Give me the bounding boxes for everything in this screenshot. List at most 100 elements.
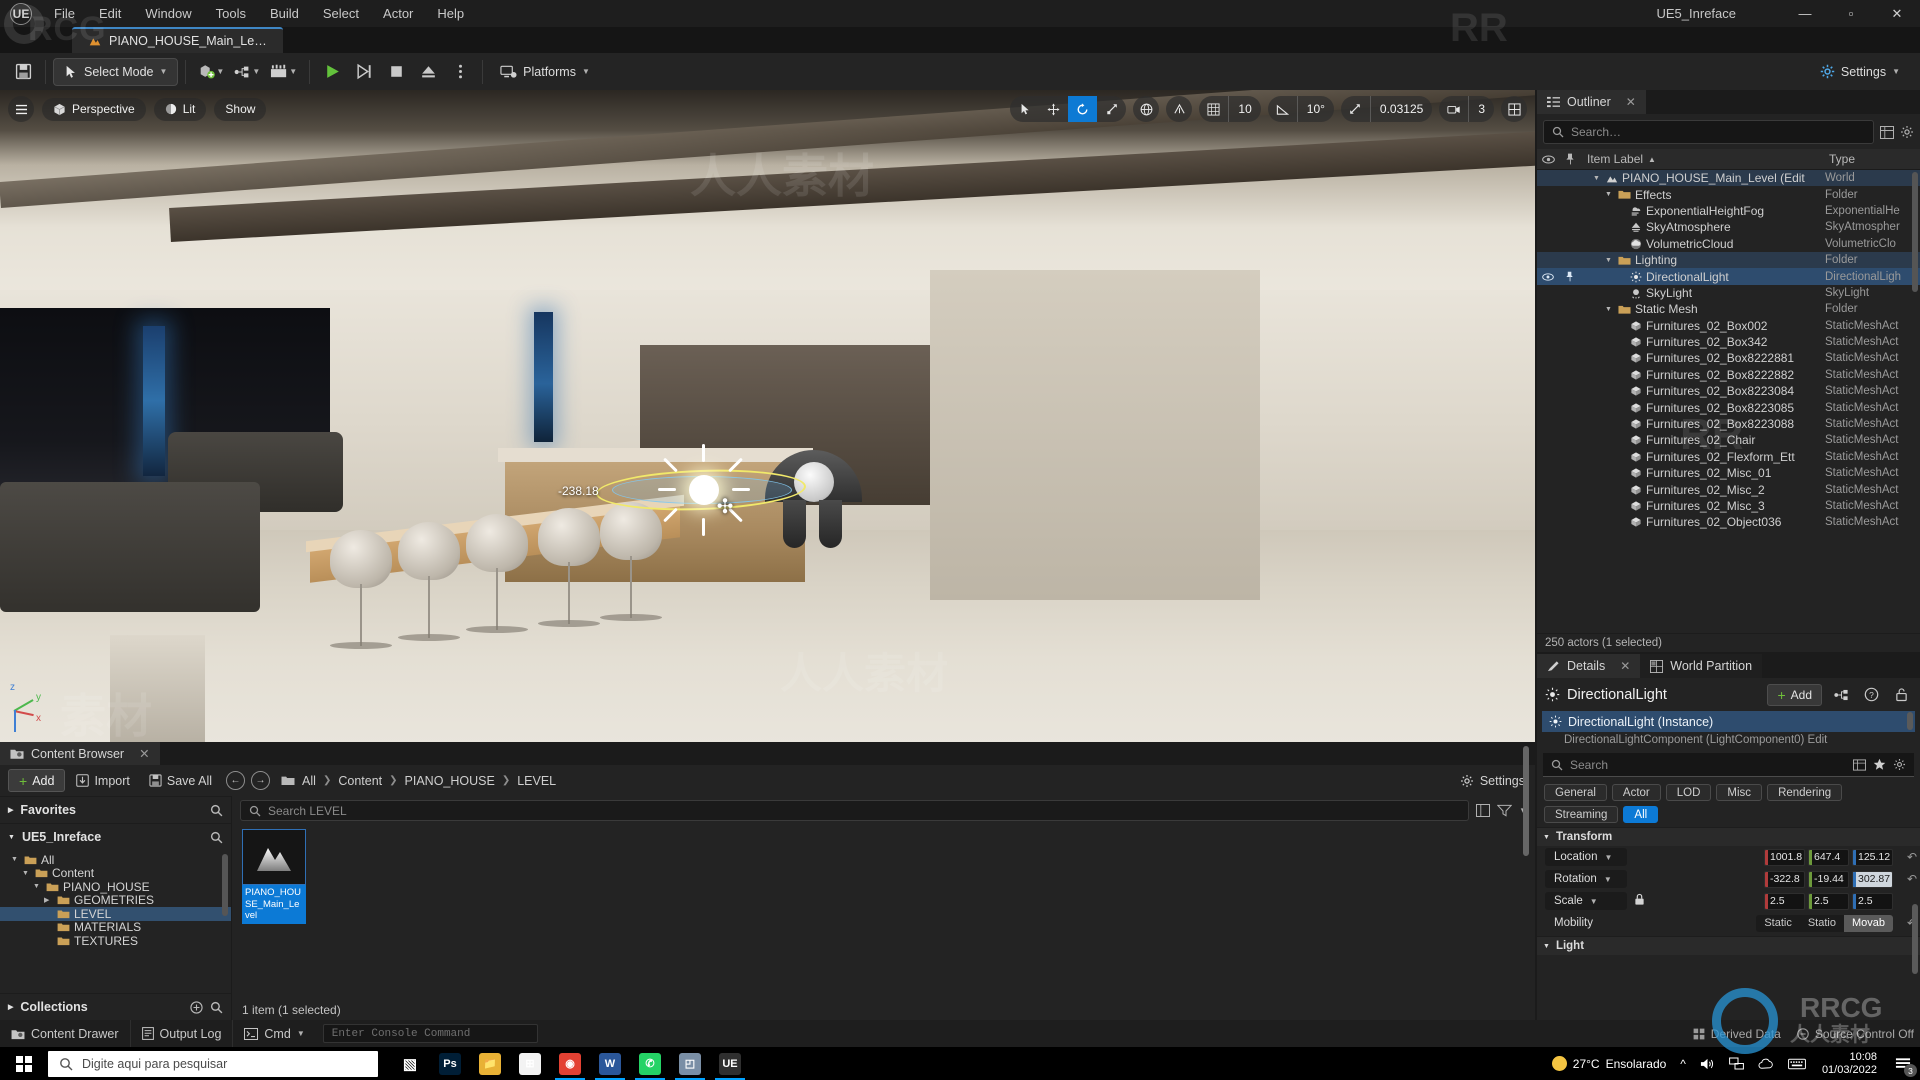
menu-tools[interactable]: Tools <box>204 0 258 27</box>
location-y-input[interactable]: 647.4 <box>1808 848 1849 866</box>
network-icon[interactable] <box>1722 1057 1751 1070</box>
outliner-row[interactable]: Furnitures_02_Chair StaticMeshAct <box>1537 432 1920 448</box>
angle-snap-icon[interactable] <box>1268 96 1297 122</box>
nav-forward-button[interactable]: → <box>251 771 271 790</box>
details-filter-streaming[interactable]: Streaming <box>1544 806 1619 823</box>
outliner-row[interactable]: Furnitures_02_Box002 StaticMeshAct <box>1537 318 1920 334</box>
collections-section[interactable]: ▶ Collections <box>0 993 231 1020</box>
rotate-tool-icon[interactable] <box>1068 96 1098 122</box>
outliner-settings-icon[interactable] <box>1900 125 1914 139</box>
outliner-row[interactable]: ▼ PIANO_HOUSE_Main_Level (Edit World <box>1537 170 1920 187</box>
menu-select[interactable]: Select <box>311 0 371 27</box>
select-tool-icon[interactable] <box>1010 96 1039 122</box>
content-tree-row[interactable]: ▼ Content <box>0 866 231 880</box>
chrome-icon[interactable]: ◉ <box>550 1047 590 1080</box>
image-viewer-icon[interactable]: ◰ <box>670 1047 710 1080</box>
outliner-row[interactable]: ExponentialHeightFog ExponentialHe <box>1537 203 1920 219</box>
details-scrollbar[interactable] <box>1912 904 1918 974</box>
transform-section-header[interactable]: ▼ Transform <box>1537 827 1920 846</box>
close-icon[interactable]: ✕ <box>1620 659 1630 673</box>
outliner-row[interactable]: Furnitures_02_Box8222881 StaticMeshAct <box>1537 350 1920 366</box>
stop-icon[interactable] <box>381 58 411 86</box>
photoshop-icon[interactable]: Ps <box>430 1047 470 1080</box>
grid-snap-icon[interactable] <box>1199 96 1228 122</box>
content-folder-tree[interactable]: ▼ All ▼ Content ▼ PIANO_HOUSE ▶ GEOMETRIES LEVEL… <box>0 850 231 993</box>
outliner-row[interactable]: DirectionalLight DirectionalLigh <box>1537 268 1920 285</box>
derived-data-button[interactable]: Derived Data <box>1693 1027 1781 1041</box>
surface-snap-icon[interactable] <box>1166 96 1193 122</box>
breadcrumb-item-level[interactable]: LEVEL <box>517 774 556 788</box>
scale-dropdown[interactable]: Scale ▼ <box>1545 892 1627 910</box>
onedrive-icon[interactable] <box>1751 1058 1781 1070</box>
add-actor-button[interactable]: ▼ <box>193 58 229 86</box>
rotation-z-input[interactable]: 302.87 <box>1852 870 1893 888</box>
more-options-icon[interactable] <box>445 58 475 86</box>
outliner-row[interactable]: ▼ Lighting Folder <box>1537 251 1920 269</box>
task-view-icon[interactable]: ▧ <box>390 1047 430 1080</box>
details-filter-lod[interactable]: LOD <box>1665 784 1712 801</box>
skip-icon[interactable] <box>349 58 379 86</box>
content-add-button[interactable]: + Add <box>8 769 66 792</box>
scale-snap-value[interactable]: 0.03125 <box>1369 96 1432 122</box>
scale-tool-icon[interactable] <box>1097 96 1126 122</box>
eject-icon[interactable] <box>413 58 443 86</box>
details-filter-misc[interactable]: Misc <box>1716 784 1763 801</box>
show-hidden-icons-button[interactable]: ^ <box>1673 1057 1693 1071</box>
content-tree-row[interactable]: LEVEL <box>0 907 231 921</box>
table-view-icon[interactable] <box>1853 758 1866 771</box>
scale-lock-icon[interactable] <box>1633 893 1646 909</box>
location-reset-icon[interactable]: ↶ <box>1904 850 1920 864</box>
scale-z-input[interactable]: 2.5 <box>1852 892 1893 910</box>
translate-tool-icon[interactable] <box>1039 96 1068 122</box>
rotation-y-input[interactable]: -19.44 <box>1808 870 1849 888</box>
sub-component-row[interactable]: DirectionalLightComponent (LightComponen… <box>1542 732 1915 748</box>
content-tree-row[interactable]: MATERIALS <box>0 920 231 934</box>
content-tree-row[interactable]: ▶ GEOMETRIES <box>0 893 231 907</box>
component-scrollbar[interactable] <box>1907 712 1913 730</box>
viewport-layout-icon[interactable] <box>1501 96 1527 122</box>
mobility-option-1[interactable]: Statio <box>1800 915 1844 932</box>
lock-icon[interactable] <box>1890 684 1912 706</box>
select-mode-dropdown[interactable]: Select Mode ▼ <box>53 57 179 86</box>
level-viewport[interactable]: ✣ -238.18 y x z Perspective Lit Show 10 … <box>0 90 1535 742</box>
outliner-row[interactable]: VolumetricCloud VolumetricClo <box>1537 236 1920 252</box>
outliner-row[interactable]: SkyLight SkyLight <box>1537 285 1920 301</box>
breadcrumb-item-piano_house[interactable]: PIANO_HOUSE <box>405 774 495 788</box>
favorites-star-icon[interactable] <box>1873 758 1886 771</box>
details-search-input[interactable]: Search <box>1543 753 1914 777</box>
show-dropdown[interactable]: Show <box>214 97 267 121</box>
asset-search-input[interactable]: Search LEVEL <box>240 800 1470 821</box>
play-icon[interactable] <box>317 58 347 86</box>
rotation-reset-icon[interactable]: ↶ <box>1904 872 1920 886</box>
tab-world-partition[interactable]: World Partition <box>1640 654 1763 678</box>
settings-button[interactable]: Settings ▼ <box>1810 58 1910 86</box>
expand-triangle-icon[interactable]: ▼ <box>1605 257 1614 264</box>
mobility-option-2[interactable]: Movab <box>1843 914 1893 932</box>
location-dropdown[interactable]: Location ▼ <box>1545 848 1627 866</box>
nav-back-button[interactable]: ← <box>226 771 246 790</box>
outliner-search-input[interactable]: Search… <box>1543 120 1874 144</box>
expand-triangle-icon[interactable]: ▶ <box>44 896 53 904</box>
outliner-row[interactable]: Furnitures_02_Object036 StaticMeshAct <box>1537 514 1920 530</box>
breadcrumb-item-content[interactable]: Content <box>338 774 382 788</box>
outliner-col-item-label[interactable]: Item Label ▲ <box>1581 152 1825 166</box>
content-save-all-button[interactable]: Save All <box>141 769 220 792</box>
grid-snap-value[interactable]: 10 <box>1228 96 1260 122</box>
level-tab[interactable]: PIANO_HOUSE_Main_Le… <box>72 27 283 53</box>
blueprints-button[interactable]: ▼ <box>229 58 265 86</box>
content-import-button[interactable]: Import <box>68 769 137 792</box>
minimize-button[interactable]: — <box>1782 0 1828 27</box>
expand-triangle-icon[interactable]: ▼ <box>1605 191 1614 198</box>
outliner-row[interactable]: ▼ Static Mesh Folder <box>1537 301 1920 317</box>
menu-edit[interactable]: Edit <box>87 0 133 27</box>
menu-build[interactable]: Build <box>258 0 311 27</box>
outliner-row[interactable]: Furnitures_02_Box342 StaticMeshAct <box>1537 334 1920 350</box>
platforms-button[interactable]: Platforms ▼ <box>490 58 600 86</box>
add-component-button[interactable]: + Add <box>1767 683 1822 706</box>
location-x-input[interactable]: 1001.8 <box>1764 848 1805 866</box>
view-mode-dropdown[interactable]: Lit <box>153 97 207 121</box>
camera-speed-value[interactable]: 3 <box>1468 96 1494 122</box>
add-collection-icon[interactable] <box>190 1000 203 1014</box>
blueprint-edit-icon[interactable] <box>1830 684 1852 706</box>
content-drawer-button[interactable]: Content Drawer <box>0 1020 131 1047</box>
